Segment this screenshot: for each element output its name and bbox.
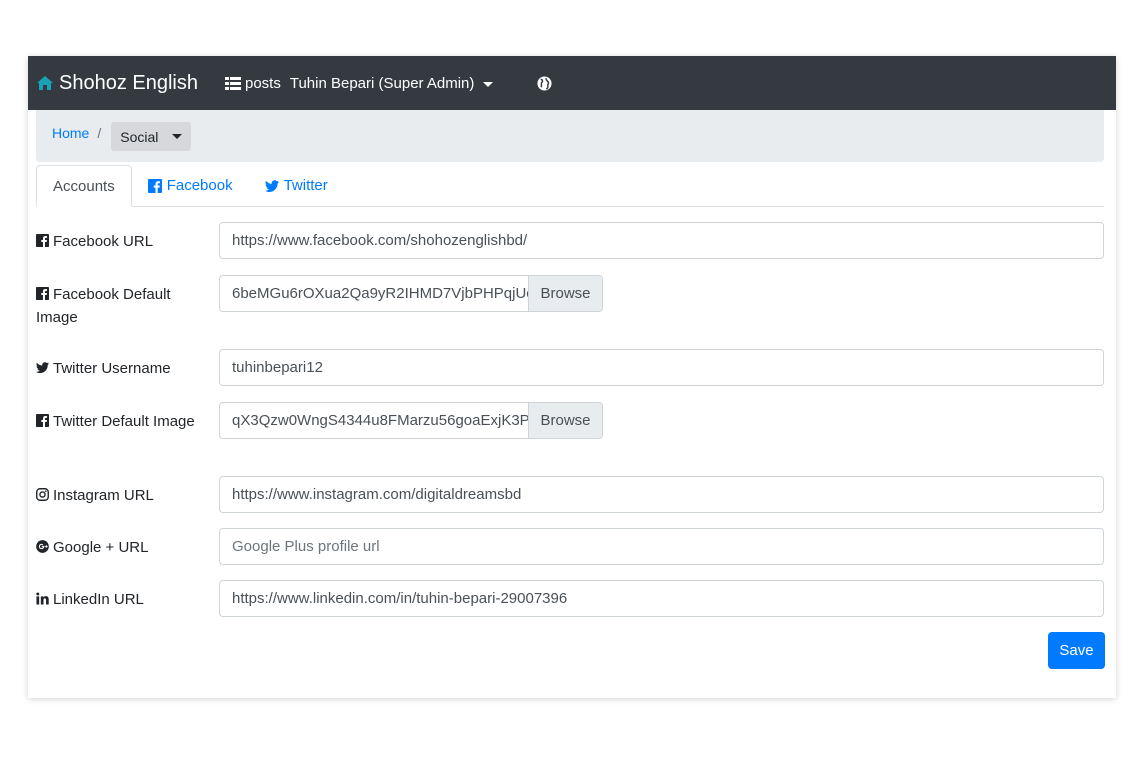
- linkedin-icon: [36, 592, 49, 605]
- breadcrumb-current: Social: [120, 128, 159, 145]
- twitter-icon: [36, 362, 49, 374]
- nav-posts-label: posts: [244, 74, 281, 92]
- facebook-image-label-text: Facebook Default Image: [36, 286, 171, 326]
- instagram-url-label-text: Instagram URL: [53, 487, 154, 504]
- twitter-image-browse-button[interactable]: Browse: [528, 403, 602, 438]
- facebook-url-label-text: Facebook URL: [53, 233, 154, 250]
- tab-accounts[interactable]: Accounts: [36, 165, 132, 207]
- twitter-image-filename: qX3Qzw0WngS4344u8FMarzu56goaExjK3P2: [232, 412, 528, 429]
- globe-icon[interactable]: [537, 75, 552, 91]
- facebook-image-filename: 6beMGu6rOXua2Qa9yR2IHMD7VjbPHPqjUc: [232, 285, 528, 302]
- top-navbar: Shohoz English posts Tuhin Bepari (Super…: [28, 56, 1116, 110]
- google-url-label: Google + URL: [36, 536, 206, 559]
- user-dropdown[interactable]: Tuhin Bepari (Super Admin): [290, 75, 494, 92]
- twitter-username-input[interactable]: [219, 349, 1104, 386]
- facebook-icon: [36, 414, 49, 427]
- instagram-icon: [36, 488, 49, 501]
- facebook-url-input[interactable]: [219, 222, 1104, 259]
- instagram-url-label: Instagram URL: [36, 484, 206, 507]
- breadcrumb-section-dropdown[interactable]: Social: [111, 122, 192, 151]
- tab-twitter-label: Twitter: [283, 177, 328, 194]
- tab-facebook-label: Facebook: [166, 177, 233, 194]
- google-url-input[interactable]: [219, 528, 1104, 565]
- chevron-down-icon: [483, 81, 494, 87]
- tab-accounts-label: Accounts: [53, 177, 115, 195]
- linkedin-url-label-text: LinkedIn URL: [53, 591, 144, 608]
- linkedin-url-label: LinkedIn URL: [36, 588, 206, 611]
- nav-posts-link[interactable]: posts: [224, 74, 281, 92]
- twitter-image-file-input[interactable]: qX3Qzw0WngS4344u8FMarzu56goaExjK3P2 Brow…: [219, 402, 603, 439]
- user-name: Tuhin Bepari (Super Admin): [289, 74, 475, 92]
- list-icon: [224, 76, 241, 90]
- tab-twitter[interactable]: Twitter: [249, 165, 344, 206]
- brand-link[interactable]: Shohoz English: [36, 72, 198, 95]
- tab-bar: Accounts Facebook Twitter: [36, 165, 1104, 207]
- google-url-label-text: Google + URL: [53, 539, 149, 556]
- facebook-image-browse-button[interactable]: Browse: [528, 276, 602, 311]
- linkedin-url-input[interactable]: [219, 580, 1104, 617]
- facebook-image-label: Facebook Default Image: [36, 283, 206, 329]
- facebook-icon: [36, 287, 49, 300]
- save-button[interactable]: Save: [1048, 632, 1105, 669]
- brand-name: Shohoz English: [59, 71, 198, 94]
- twitter-image-label-text: Twitter Default Image: [53, 413, 195, 430]
- twitter-image-label: Twitter Default Image: [36, 410, 206, 433]
- facebook-url-label: Facebook URL: [36, 230, 206, 253]
- twitter-username-label-text: Twitter Username: [53, 360, 171, 377]
- tab-facebook[interactable]: Facebook: [132, 165, 249, 206]
- home-icon: [37, 76, 53, 90]
- instagram-url-input[interactable]: [219, 476, 1104, 513]
- breadcrumb-separator: /: [97, 125, 102, 141]
- chevron-down-icon: [172, 134, 183, 139]
- google-plus-icon: [36, 540, 49, 553]
- twitter-username-label: Twitter Username: [36, 357, 206, 380]
- app-window: Shohoz English posts Tuhin Bepari (Super…: [28, 56, 1116, 698]
- breadcrumb: Home / Social: [36, 110, 1104, 162]
- breadcrumb-home-link[interactable]: Home: [52, 125, 89, 141]
- facebook-icon: [36, 234, 49, 247]
- twitter-icon: [264, 179, 279, 192]
- facebook-image-file-input[interactable]: 6beMGu6rOXua2Qa9yR2IHMD7VjbPHPqjUc Brows…: [219, 275, 603, 312]
- facebook-icon: [147, 178, 162, 193]
